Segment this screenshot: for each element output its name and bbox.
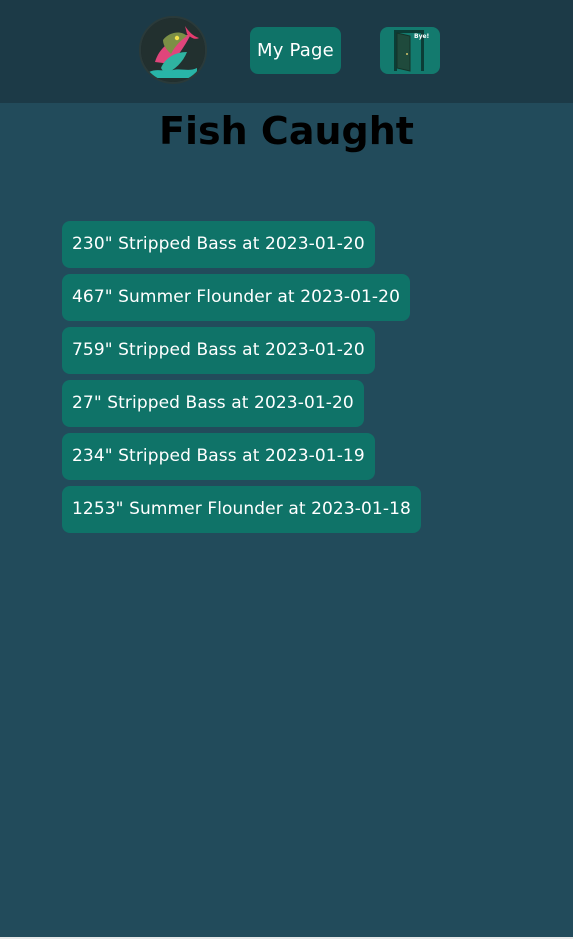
- fish-logo-icon[interactable]: [139, 16, 207, 84]
- catch-item[interactable]: 230" Stripped Bass at 2023-01-20: [62, 221, 375, 268]
- catch-item[interactable]: 27" Stripped Bass at 2023-01-20: [62, 380, 364, 427]
- catch-item[interactable]: 759" Stripped Bass at 2023-01-20: [62, 327, 375, 374]
- door-icon: [394, 30, 424, 72]
- top-navbar: My Page Bye!: [0, 0, 573, 103]
- my-page-button[interactable]: My Page: [250, 27, 341, 74]
- catch-item[interactable]: 1253" Summer Flounder at 2023-01-18: [62, 486, 421, 533]
- catch-list: 230" Stripped Bass at 2023-01-20 467" Su…: [62, 221, 421, 539]
- logout-button[interactable]: Bye!: [380, 27, 440, 74]
- catch-item[interactable]: 234" Stripped Bass at 2023-01-19: [62, 433, 375, 480]
- page-title: Fish Caught: [159, 109, 414, 153]
- catch-item[interactable]: 467" Summer Flounder at 2023-01-20: [62, 274, 410, 321]
- logout-label: Bye!: [414, 33, 430, 40]
